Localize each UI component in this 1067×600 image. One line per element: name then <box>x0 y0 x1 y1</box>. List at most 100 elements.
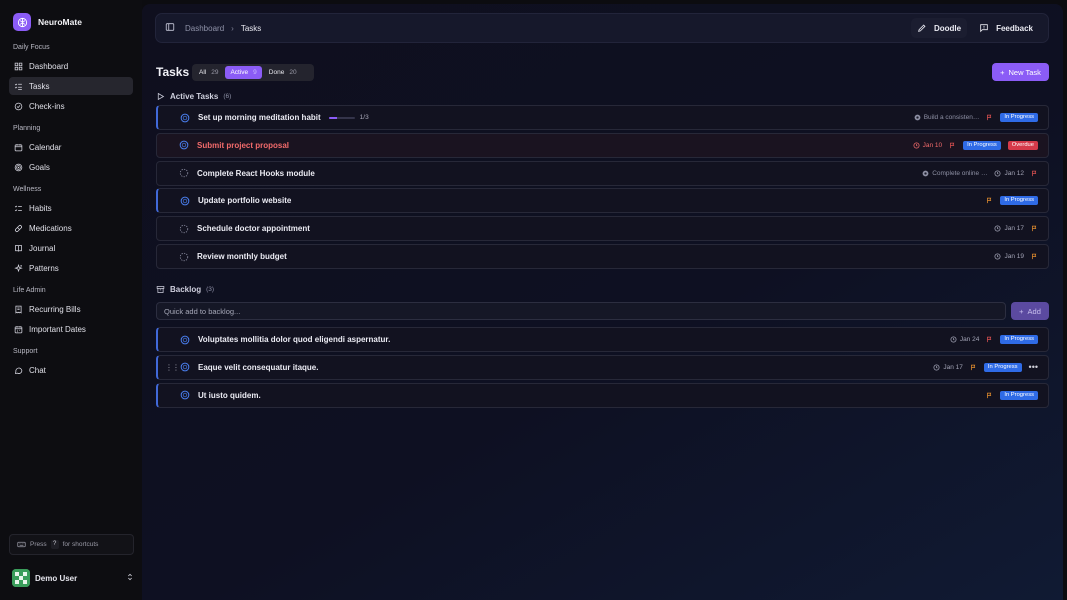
sidebar-item-calendar[interactable]: Calendar <box>9 138 133 156</box>
goal-link[interactable]: Build a consisten… <box>914 114 980 121</box>
sidebar-item-chat[interactable]: Chat <box>9 361 133 379</box>
clock-icon <box>994 253 1001 260</box>
circle-status-icon[interactable] <box>180 113 190 123</box>
task-row[interactable]: Complete React Hooks module Complete onli… <box>156 160 1049 186</box>
sidebar-item-recurring-bills[interactable]: Recurring Bills <box>9 300 133 318</box>
avatar <box>12 569 30 587</box>
sidebar-item-checkins[interactable]: Check-ins <box>9 97 133 115</box>
flag-icon <box>1032 253 1037 260</box>
breadcrumb-dashboard[interactable]: Dashboard <box>185 24 224 33</box>
sidebar-toggle-icon[interactable] <box>165 22 175 34</box>
sparkles-icon <box>14 263 23 272</box>
plus-icon: + <box>1019 306 1024 316</box>
circle-status-icon[interactable] <box>179 140 189 150</box>
more-options-icon[interactable]: ••• <box>1029 362 1038 372</box>
circle-status-icon[interactable] <box>180 196 190 206</box>
active-tasks-header[interactable]: Active Tasks (6) <box>156 90 231 102</box>
shortcut-hint[interactable]: Press ? for shortcuts <box>9 534 134 555</box>
drag-handle-icon[interactable]: ⋮⋮ <box>165 363 180 372</box>
add-backlog-button[interactable]: + Add <box>1011 302 1049 320</box>
target-icon <box>14 163 23 171</box>
sidebar-item-label: Chat <box>29 365 46 375</box>
circle-status-icon[interactable] <box>180 390 190 400</box>
feedback-button[interactable]: Feedback <box>973 18 1039 38</box>
brand[interactable]: NeuroMate <box>9 10 133 34</box>
sidebar-item-important-dates[interactable]: Important Dates <box>9 320 133 338</box>
new-task-label: New Task <box>1008 67 1041 77</box>
circle-dashed-icon[interactable] <box>179 168 189 178</box>
task-title[interactable]: Complete React Hooks module <box>197 169 315 178</box>
task-row[interactable]: Update portfolio website In Progress <box>156 188 1049 214</box>
doodle-button[interactable]: Doodle <box>910 18 968 38</box>
task-meta: Build a consisten… In Progress <box>914 113 1038 122</box>
shortcut-press-text: Press <box>30 541 47 548</box>
task-title[interactable]: Update portfolio website <box>198 196 291 205</box>
due-date: Jan 17 <box>994 225 1024 232</box>
receipt-icon <box>15 305 22 314</box>
filter-count: 9 <box>253 69 257 76</box>
keyboard-icon <box>17 541 26 548</box>
task-row[interactable]: Schedule doctor appointment Jan 17 <box>156 216 1049 242</box>
due-date-text: Jan 17 <box>1004 225 1024 233</box>
sidebar-item-goals[interactable]: Goals <box>9 158 133 176</box>
filter-active[interactable]: Active 9 <box>225 66 262 79</box>
task-row[interactable]: Voluptates mollitia dolor quod eligendi … <box>156 327 1049 352</box>
tasks-icon <box>14 83 22 90</box>
task-row[interactable]: Ut iusto quidem. In Progress <box>156 382 1049 408</box>
sidebar-item-medications[interactable]: Medications <box>9 219 133 237</box>
task-row[interactable]: Review monthly budget Jan 19 <box>156 244 1049 269</box>
task-row[interactable]: Submit project proposal Jan 10 In Progress… <box>156 132 1049 158</box>
group-count: (6) <box>223 92 232 100</box>
filter-label: Active <box>230 69 249 76</box>
goal-link[interactable]: Complete online … <box>922 170 987 177</box>
user-menu[interactable]: Demo User <box>12 568 134 588</box>
backlog-header[interactable]: Backlog (3) <box>156 283 214 295</box>
flag-icon <box>987 336 992 343</box>
sidebar-item-dashboard[interactable]: Dashboard <box>9 57 133 75</box>
circle-dashed-icon[interactable] <box>179 252 189 262</box>
main-panel: Dashboard › Tasks Doodle Feedback Tasks … <box>142 4 1063 600</box>
due-date-text: Jan 17 <box>943 363 963 371</box>
sidebar-item-habits[interactable]: Habits <box>9 199 133 217</box>
due-date-text: Jan 12 <box>1004 169 1024 177</box>
sidebar-item-label: Important Dates <box>29 324 86 334</box>
flag-icon <box>950 142 955 148</box>
sidebar-item-label: Dashboard <box>29 61 69 71</box>
task-title[interactable]: Set up morning meditation habit <box>198 113 321 122</box>
sidebar-item-label: Recurring Bills <box>29 304 81 314</box>
due-date: Jan 19 <box>994 253 1024 260</box>
task-title[interactable]: Schedule doctor appointment <box>197 224 310 233</box>
sidebar-item-journal[interactable]: Journal <box>9 239 133 257</box>
filter-tabs: All 29 Active 9 Done 20 <box>192 64 314 81</box>
pencil-icon <box>918 24 926 32</box>
calendar-days-icon <box>14 325 23 333</box>
circle-status-icon[interactable] <box>180 335 190 345</box>
app-name: NeuroMate <box>38 17 82 27</box>
sidebar-item-patterns[interactable]: Patterns <box>9 259 133 277</box>
new-task-button[interactable]: + New Task <box>992 63 1049 81</box>
filter-done[interactable]: Done 20 <box>264 66 302 79</box>
task-title[interactable]: Eaque velit consequatur itaque. <box>198 363 318 372</box>
dashboard-icon <box>14 62 23 70</box>
task-title[interactable]: Review monthly budget <box>197 252 287 261</box>
sidebar-item-label: Calendar <box>29 142 62 152</box>
filter-all[interactable]: All 29 <box>194 66 223 79</box>
task-title[interactable]: Submit project proposal <box>197 141 289 150</box>
task-row[interactable]: ⋮⋮ Eaque velit consequatur itaque. Jan 17 I… <box>156 354 1049 380</box>
flag-icon <box>1032 225 1037 232</box>
shortcut-key: ? <box>50 540 59 549</box>
quick-add-backlog-input[interactable] <box>156 302 1006 320</box>
task-title[interactable]: Voluptates mollitia dolor quod eligendi … <box>198 335 390 344</box>
flag-icon <box>970 364 976 370</box>
task-title[interactable]: Ut iusto quidem. <box>198 391 261 400</box>
circle-dashed-icon[interactable] <box>179 224 189 234</box>
section-title-life-admin: Life Admin <box>13 287 46 294</box>
task-row[interactable]: Set up morning meditation habit 1/3 Build … <box>156 105 1049 130</box>
sidebar-item-tasks[interactable]: Tasks <box>9 77 133 95</box>
subtask-progress: 1/3 <box>328 114 369 121</box>
task-meta: Complete online … Jan 12 <box>922 170 1038 177</box>
circle-status-icon[interactable] <box>180 362 190 372</box>
goal-text: Build a consisten… <box>923 114 980 121</box>
overdue-badge: Overdue <box>1007 140 1038 150</box>
clock-icon <box>913 142 920 149</box>
